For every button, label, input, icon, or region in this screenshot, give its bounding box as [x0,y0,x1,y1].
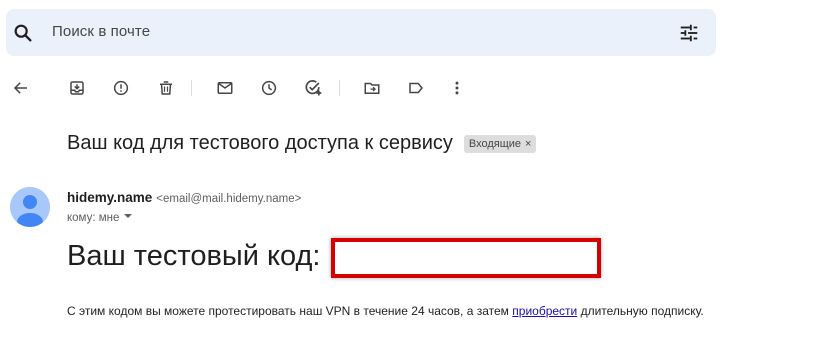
add-task-icon[interactable] [301,76,325,100]
delete-icon[interactable] [154,76,178,100]
purchase-link[interactable]: приобрести [512,304,577,318]
label-icon[interactable] [404,76,428,100]
snooze-icon[interactable] [257,76,281,100]
email-body-text: С этим кодом вы можете протестировать на… [67,304,704,318]
label-chip-text: Входящие [468,137,522,150]
arrow-back-icon[interactable] [9,76,33,100]
report-spam-icon[interactable] [109,76,133,100]
sender-email: <email@mail.hidemy.name> [156,193,302,205]
mark-unread-icon[interactable] [213,76,237,100]
avatar[interactable] [10,187,50,227]
tune-icon[interactable] [677,21,701,45]
archive-icon[interactable] [65,76,89,100]
sender-row: hidemy.name <email@mail.hidemy.name> [67,190,301,205]
body-text-start: С этим кодом вы можете протестировать на… [67,304,513,318]
remove-label-icon[interactable]: × [525,138,531,150]
search-bar[interactable]: Поиск в почте [6,9,716,56]
chevron-down-icon[interactable] [123,211,133,224]
more-vert-icon[interactable] [445,76,469,100]
sender-name[interactable]: hidemy.name [67,190,152,205]
search-icon[interactable] [11,21,35,45]
move-to-icon[interactable] [360,76,384,100]
recipient-details[interactable]: кому: мне [67,211,133,224]
code-row: Ваш тестовый код: [67,238,601,278]
inbox-label-chip[interactable]: Входящие × [463,134,537,153]
toolbar-divider [191,80,192,96]
message-toolbar [0,72,821,104]
code-heading: Ваш тестовый код: [67,240,321,272]
redacted-code-box [331,238,601,278]
subject-row: Ваш код для тестового доступа к сервису … [67,132,537,155]
recipient-label: кому: мне [67,211,120,224]
email-subject: Ваш код для тестового доступа к сервису [67,132,453,154]
body-text-end: длительную подписку. [577,304,704,318]
toolbar-divider [339,80,340,96]
search-input[interactable]: Поиск в почте [52,23,150,40]
